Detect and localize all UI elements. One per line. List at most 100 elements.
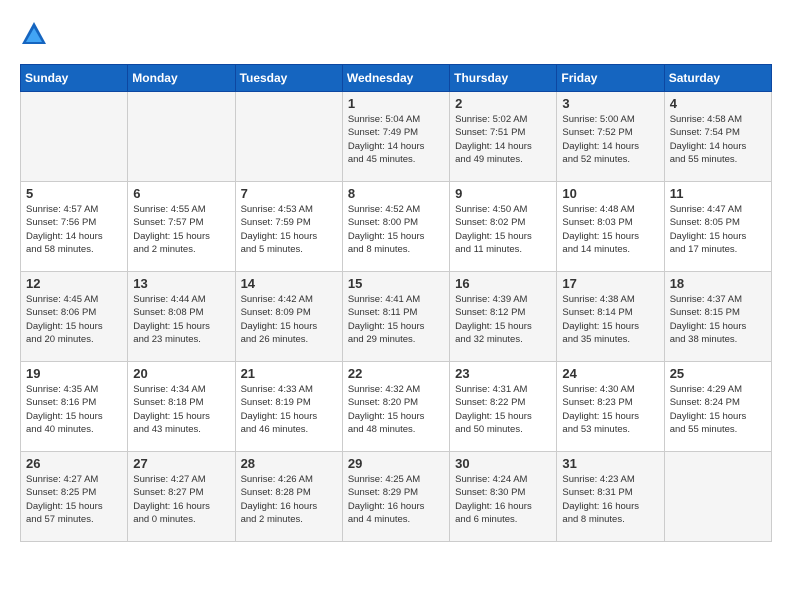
day-info: Sunrise: 4:52 AMSunset: 8:00 PMDaylight:… — [348, 203, 444, 256]
day-info: Sunrise: 5:00 AMSunset: 7:52 PMDaylight:… — [562, 113, 658, 166]
day-info: Sunrise: 5:02 AMSunset: 7:51 PMDaylight:… — [455, 113, 551, 166]
calendar-cell: 27Sunrise: 4:27 AMSunset: 8:27 PMDayligh… — [128, 452, 235, 542]
calendar-cell — [664, 452, 771, 542]
day-number: 13 — [133, 276, 229, 291]
day-info: Sunrise: 4:25 AMSunset: 8:29 PMDaylight:… — [348, 473, 444, 526]
day-info: Sunrise: 4:31 AMSunset: 8:22 PMDaylight:… — [455, 383, 551, 436]
day-info: Sunrise: 4:37 AMSunset: 8:15 PMDaylight:… — [670, 293, 766, 346]
logo — [20, 20, 52, 48]
calendar-cell: 15Sunrise: 4:41 AMSunset: 8:11 PMDayligh… — [342, 272, 449, 362]
weekday-header: Sunday — [21, 65, 128, 92]
calendar-table: SundayMondayTuesdayWednesdayThursdayFrid… — [20, 64, 772, 542]
day-info: Sunrise: 4:30 AMSunset: 8:23 PMDaylight:… — [562, 383, 658, 436]
day-number: 2 — [455, 96, 551, 111]
day-number: 23 — [455, 366, 551, 381]
day-number: 24 — [562, 366, 658, 381]
day-number: 4 — [670, 96, 766, 111]
day-number: 14 — [241, 276, 337, 291]
calendar-cell: 18 Sunrise: 4:37 AMSunset: 8:15 PMDayligh… — [664, 272, 771, 362]
day-info: Sunrise: 4:34 AMSunset: 8:18 PMDaylight:… — [133, 383, 229, 436]
day-info: Sunrise: 5:04 AMSunset: 7:49 PMDaylight:… — [348, 113, 444, 166]
day-info: Sunrise: 4:23 AMSunset: 8:31 PMDaylight:… — [562, 473, 658, 526]
calendar-cell: 21 Sunrise: 4:33 AMSunset: 8:19 PMDayligh… — [235, 362, 342, 452]
day-number: 20 — [133, 366, 229, 381]
day-number: 26 — [26, 456, 122, 471]
day-info: Sunrise: 4:47 AMSunset: 8:05 PMDaylight:… — [670, 203, 766, 256]
day-number: 10 — [562, 186, 658, 201]
day-number: 29 — [348, 456, 444, 471]
day-info: Sunrise: 4:44 AMSunset: 8:08 PMDaylight:… — [133, 293, 229, 346]
calendar-cell: 29 Sunrise: 4:25 AMSunset: 8:29 PMDayligh… — [342, 452, 449, 542]
day-info: Sunrise: 4:27 AMSunset: 8:25 PMDaylight:… — [26, 473, 122, 526]
calendar-cell: 10 Sunrise: 4:48 AMSunset: 8:03 PMDayligh… — [557, 182, 664, 272]
weekday-header: Saturday — [664, 65, 771, 92]
weekday-header: Tuesday — [235, 65, 342, 92]
day-number: 30 — [455, 456, 551, 471]
day-info: Sunrise: 4:35 AMSunset: 8:16 PMDaylight:… — [26, 383, 122, 436]
header-row: SundayMondayTuesdayWednesdayThursdayFrid… — [21, 65, 772, 92]
day-number: 25 — [670, 366, 766, 381]
day-info: Sunrise: 4:48 AMSunset: 8:03 PMDaylight:… — [562, 203, 658, 256]
calendar-cell: 4 Sunrise: 4:58 AMSunset: 7:54 PMDaylight… — [664, 92, 771, 182]
day-number: 31 — [562, 456, 658, 471]
day-info: Sunrise: 4:57 AMSunset: 7:56 PMDaylight:… — [26, 203, 122, 256]
weekday-header: Thursday — [450, 65, 557, 92]
day-info: Sunrise: 4:39 AMSunset: 8:12 PMDaylight:… — [455, 293, 551, 346]
weekday-header: Wednesday — [342, 65, 449, 92]
calendar-week-row: 1Sunrise: 5:04 AMSunset: 7:49 PMDaylight… — [21, 92, 772, 182]
calendar-week-row: 5 Sunrise: 4:57 AMSunset: 7:56 PMDaylight… — [21, 182, 772, 272]
calendar-cell: 31 Sunrise: 4:23 AMSunset: 8:31 PMDayligh… — [557, 452, 664, 542]
calendar-cell: 3 Sunrise: 5:00 AMSunset: 7:52 PMDaylight… — [557, 92, 664, 182]
calendar-cell: 2 Sunrise: 5:02 AMSunset: 7:51 PMDaylight… — [450, 92, 557, 182]
day-number: 3 — [562, 96, 658, 111]
day-info: Sunrise: 4:53 AMSunset: 7:59 PMDaylight:… — [241, 203, 337, 256]
calendar-header: SundayMondayTuesdayWednesdayThursdayFrid… — [21, 65, 772, 92]
day-number: 18 — [670, 276, 766, 291]
day-number: 15 — [348, 276, 444, 291]
calendar-cell: 9 Sunrise: 4:50 AMSunset: 8:02 PMDaylight… — [450, 182, 557, 272]
day-number: 21 — [241, 366, 337, 381]
calendar-cell: 5 Sunrise: 4:57 AMSunset: 7:56 PMDaylight… — [21, 182, 128, 272]
calendar-cell: 16 Sunrise: 4:39 AMSunset: 8:12 PMDayligh… — [450, 272, 557, 362]
day-number: 5 — [26, 186, 122, 201]
day-number: 9 — [455, 186, 551, 201]
calendar-cell: 26 Sunrise: 4:27 AMSunset: 8:25 PMDayligh… — [21, 452, 128, 542]
day-info: Sunrise: 4:50 AMSunset: 8:02 PMDaylight:… — [455, 203, 551, 256]
calendar-cell: 25 Sunrise: 4:29 AMSunset: 8:24 PMDayligh… — [664, 362, 771, 452]
day-number: 8 — [348, 186, 444, 201]
day-number: 7 — [241, 186, 337, 201]
day-info: Sunrise: 4:38 AMSunset: 8:14 PMDaylight:… — [562, 293, 658, 346]
weekday-header: Friday — [557, 65, 664, 92]
day-number: 19 — [26, 366, 122, 381]
day-info: Sunrise: 4:26 AMSunset: 8:28 PMDaylight:… — [241, 473, 337, 526]
day-info: Sunrise: 4:58 AMSunset: 7:54 PMDaylight:… — [670, 113, 766, 166]
calendar-cell: 11 Sunrise: 4:47 AMSunset: 8:05 PMDayligh… — [664, 182, 771, 272]
calendar-week-row: 19 Sunrise: 4:35 AMSunset: 8:16 PMDayligh… — [21, 362, 772, 452]
calendar-cell — [128, 92, 235, 182]
day-number: 28 — [241, 456, 337, 471]
calendar-cell: 17Sunrise: 4:38 AMSunset: 8:14 PMDayligh… — [557, 272, 664, 362]
calendar-cell: 28 Sunrise: 4:26 AMSunset: 8:28 PMDayligh… — [235, 452, 342, 542]
day-number: 22 — [348, 366, 444, 381]
calendar-cell: 24 Sunrise: 4:30 AMSunset: 8:23 PMDayligh… — [557, 362, 664, 452]
calendar-cell: 14 Sunrise: 4:42 AMSunset: 8:09 PMDayligh… — [235, 272, 342, 362]
calendar-cell: 6Sunrise: 4:55 AMSunset: 7:57 PMDaylight… — [128, 182, 235, 272]
day-number: 11 — [670, 186, 766, 201]
day-number: 16 — [455, 276, 551, 291]
calendar-cell: 30 Sunrise: 4:24 AMSunset: 8:30 PMDayligh… — [450, 452, 557, 542]
calendar-cell — [21, 92, 128, 182]
day-number: 12 — [26, 276, 122, 291]
day-info: Sunrise: 4:29 AMSunset: 8:24 PMDaylight:… — [670, 383, 766, 436]
calendar-cell: 8 Sunrise: 4:52 AMSunset: 8:00 PMDaylight… — [342, 182, 449, 272]
day-info: Sunrise: 4:33 AMSunset: 8:19 PMDaylight:… — [241, 383, 337, 436]
day-number: 27 — [133, 456, 229, 471]
calendar-cell: 19 Sunrise: 4:35 AMSunset: 8:16 PMDayligh… — [21, 362, 128, 452]
calendar-cell: 23 Sunrise: 4:31 AMSunset: 8:22 PMDayligh… — [450, 362, 557, 452]
day-number: 6 — [133, 186, 229, 201]
calendar-cell — [235, 92, 342, 182]
calendar-cell: 12Sunrise: 4:45 AMSunset: 8:06 PMDayligh… — [21, 272, 128, 362]
day-info: Sunrise: 4:24 AMSunset: 8:30 PMDaylight:… — [455, 473, 551, 526]
day-info: Sunrise: 4:42 AMSunset: 8:09 PMDaylight:… — [241, 293, 337, 346]
calendar-cell: 22Sunrise: 4:32 AMSunset: 8:20 PMDayligh… — [342, 362, 449, 452]
calendar-cell: 1Sunrise: 5:04 AMSunset: 7:49 PMDaylight… — [342, 92, 449, 182]
